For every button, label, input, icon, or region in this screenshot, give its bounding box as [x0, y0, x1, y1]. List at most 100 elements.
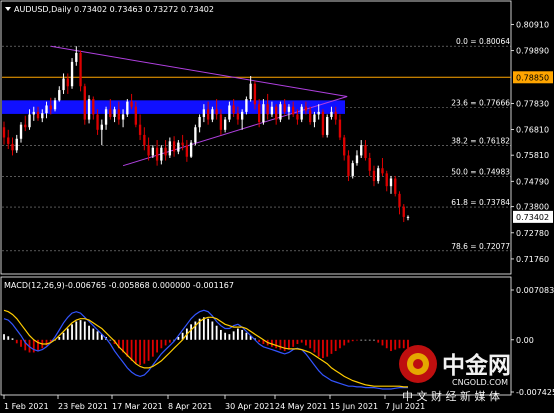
price-tick-label: 0.71760 [516, 255, 549, 264]
candle [245, 96, 248, 115]
macd-histogram-bar [156, 339, 158, 353]
candle-body [270, 106, 274, 115]
candle-body [121, 114, 125, 120]
price-tick-label: 0.76810 [516, 126, 549, 135]
macd-histogram-bar [11, 338, 14, 340]
macd-histogram-bar [394, 339, 397, 350]
candle-body [58, 90, 61, 101]
candle-body [287, 106, 291, 112]
candle-body [100, 124, 103, 130]
macd-histogram-bar [326, 339, 329, 357]
candle-body [304, 106, 308, 111]
macd-histogram-bar [32, 339, 35, 353]
candle-body [104, 109, 108, 125]
price-tick-label: 0.77830 [516, 99, 549, 108]
macd-histogram-bar [373, 339, 375, 341]
candle-body [117, 109, 120, 120]
candle-body [300, 106, 303, 120]
candle-body [79, 52, 82, 87]
macd-label: MACD(12,26,9) [4, 281, 65, 290]
price-tick-label: 0.72780 [516, 229, 549, 238]
candle-body [53, 100, 57, 110]
candle-body [389, 178, 393, 187]
candle-body [377, 168, 380, 182]
candle-body [309, 110, 312, 123]
time-tick-label: 8 Apr 2021 [168, 402, 212, 411]
macd-histogram-bar [224, 332, 227, 340]
candle-body [87, 99, 91, 120]
candle [70, 58, 74, 89]
candle-body [75, 52, 78, 62]
candle-body [126, 101, 129, 115]
fib-level-label: 78.6 = 0.72077 [451, 242, 510, 251]
time-tick-label: 15 Jun 2021 [330, 402, 378, 411]
macd-histogram-bar [296, 339, 299, 345]
macd-histogram-bar [151, 339, 154, 357]
candle-body [355, 155, 359, 164]
macd-histogram-bar [109, 339, 112, 341]
candle-body [292, 106, 295, 115]
candle [326, 114, 329, 138]
candle-body [283, 104, 286, 112]
price-tick-label: 0.79890 [516, 47, 549, 56]
macd-histogram-bar [164, 339, 167, 346]
macd-histogram-bar [241, 329, 244, 340]
candle-body [215, 109, 218, 115]
macd-histogram-bar [385, 339, 388, 349]
macd-histogram-bar [330, 339, 333, 354]
macd-histogram-bar [130, 339, 133, 361]
price-tick-label: 0.73800 [516, 203, 549, 212]
candle-body [164, 147, 167, 156]
macd-histogram-bar [15, 339, 18, 344]
macd-histogram-bar [288, 339, 290, 350]
macd-histogram-bar [360, 339, 363, 341]
candle-body [326, 116, 329, 135]
cngold-logo-core [413, 359, 423, 369]
macd-histogram-bar [381, 339, 384, 346]
macd-histogram-bar [356, 339, 358, 341]
macd-histogram-bar [283, 339, 286, 352]
candle-body [262, 104, 265, 123]
fib-level-label: 61.8 = 0.73784 [451, 198, 510, 207]
candle-body [83, 86, 86, 120]
macd-histogram-bar [390, 339, 392, 352]
candle-body [194, 127, 197, 143]
candle [377, 165, 380, 184]
candle-body [134, 106, 138, 125]
fib-level-label: 23.6 = 0.77666 [451, 99, 510, 108]
macd-histogram-bar [168, 339, 171, 343]
candle-body [321, 111, 325, 135]
candle-body [279, 104, 282, 120]
candle-body [232, 105, 235, 114]
macd-histogram-bar [215, 325, 218, 340]
candle-body [109, 109, 112, 117]
chart-canvas: 0.0 = 0.80064 23.6 = 0.77666 38.2 = 0.7618… [0, 0, 554, 413]
symbol-label: AUDUSD,Daily [14, 5, 72, 14]
candle-body [62, 78, 65, 91]
macd-tick-label: 0.00 [516, 336, 534, 345]
candle-body [398, 193, 401, 207]
macd-histogram-bar [139, 339, 141, 366]
candle [351, 160, 354, 179]
candle-body [296, 114, 299, 120]
candle-body [11, 143, 14, 151]
macd-histogram-bar [207, 318, 210, 340]
macd-histogram-bar [407, 339, 409, 349]
candle-body [15, 138, 18, 151]
candle-body [198, 116, 201, 128]
candle-body [66, 78, 69, 87]
candle-body [338, 119, 342, 138]
candle [279, 101, 282, 123]
macd-histogram-bar [143, 339, 146, 364]
macd-histogram-bar [96, 331, 99, 340]
candle-body [236, 113, 240, 120]
candle-body [143, 134, 146, 146]
macd-histogram-bar [347, 339, 350, 343]
macd-histogram-bar [377, 339, 380, 343]
candle-body [41, 113, 44, 119]
macd-histogram-bar [313, 339, 316, 353]
candle-body [351, 163, 354, 176]
time-tick-label: 1 Feb 2021 [4, 402, 49, 411]
candle-body [330, 111, 333, 117]
time-tick-label: 24 May 2021 [275, 402, 327, 411]
